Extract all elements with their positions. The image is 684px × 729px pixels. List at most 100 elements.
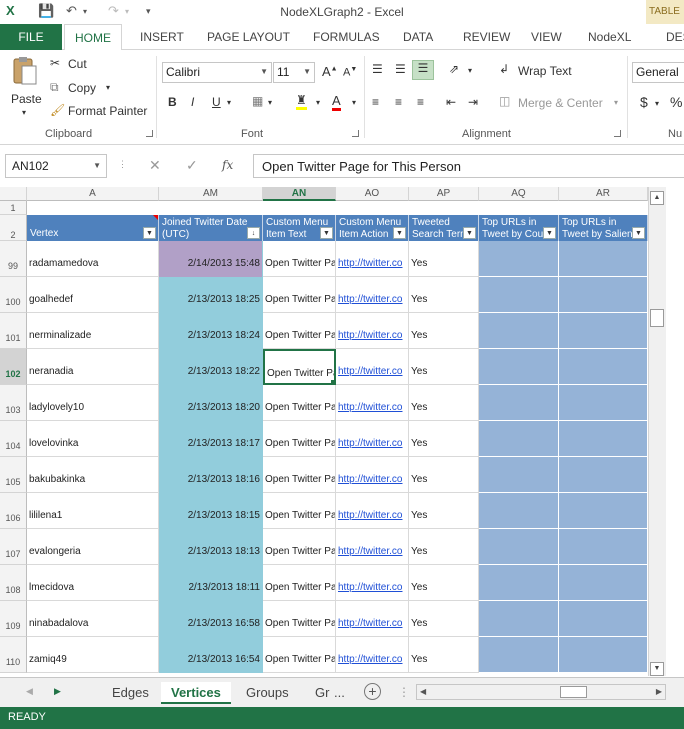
cell-top-urls-count[interactable] [479, 277, 559, 313]
tab-home[interactable]: HOME [64, 24, 122, 51]
italic-button[interactable]: I [191, 95, 194, 109]
hyperlink[interactable]: http://twitter.co [338, 294, 402, 305]
cell-joined-date[interactable]: 2/13/2013 18:20 [159, 385, 263, 421]
orientation-icon[interactable]: ⇗ [449, 62, 459, 76]
formula-input[interactable]: Open Twitter Page for This Person [253, 154, 684, 178]
cell-tweeted[interactable]: Yes [409, 313, 479, 349]
currency-dropdown-icon[interactable]: ▾ [655, 99, 659, 108]
column-header-an[interactable]: AN [263, 187, 336, 201]
tab-insert[interactable]: INSERT [140, 30, 184, 44]
cell-tweeted[interactable]: Yes [409, 601, 479, 637]
fill-color-icon[interactable]: ♜ [296, 93, 307, 110]
center-icon[interactable]: ≡ [395, 95, 402, 109]
row-header[interactable]: 2 [0, 215, 27, 241]
cell-vertex[interactable]: radamamedova [27, 241, 159, 277]
row-header[interactable]: 104 [0, 421, 27, 457]
cell-menu-text[interactable]: Open Twitter Pa [263, 241, 336, 277]
top-align-icon[interactable]: ☰ [372, 62, 383, 76]
filter-dropdown-icon[interactable]: ▼ [543, 227, 556, 239]
merge-center-button[interactable]: Merge & Center [518, 96, 603, 110]
cell-top-urls-count[interactable] [479, 241, 559, 277]
row-header[interactable]: 107 [0, 529, 27, 565]
paste-icon[interactable] [10, 56, 40, 86]
cell-top-urls-salience[interactable] [559, 529, 648, 565]
cell-joined-date[interactable]: 2/13/2013 18:17 [159, 421, 263, 457]
column-header-ar[interactable]: AR [559, 187, 648, 201]
cell-top-urls-salience[interactable] [559, 637, 648, 673]
next-sheet-icon[interactable]: ▶ [54, 686, 61, 697]
sheet-tab-vertices[interactable]: Vertices [161, 682, 231, 704]
cell-vertex[interactable]: lililena1 [27, 493, 159, 529]
more-sheets-button[interactable]: ... [330, 682, 349, 704]
hyperlink[interactable]: http://twitter.co [338, 510, 402, 521]
cell-top-urls-salience[interactable] [559, 601, 648, 637]
hyperlink[interactable]: http://twitter.co [338, 402, 402, 413]
filter-dropdown-icon[interactable]: ▼ [320, 227, 333, 239]
font-launcher-icon[interactable] [352, 130, 359, 137]
cell-menu-action[interactable]: http://twitter.co [336, 277, 409, 313]
format-painter-icon[interactable]: 🖌 [50, 103, 65, 117]
sheet-tab-groups[interactable]: Groups [236, 682, 299, 704]
filter-dropdown-icon[interactable]: ▼ [393, 227, 406, 239]
merge-dropdown-icon[interactable]: ▾ [614, 98, 618, 107]
table-header-menu-action[interactable]: Custom Menu Item Action ▼ [336, 215, 409, 241]
hyperlink[interactable]: http://twitter.co [338, 474, 402, 485]
cell-menu-action[interactable]: http://twitter.co [336, 457, 409, 493]
name-box[interactable]: AN102 ▼ [5, 154, 107, 178]
cell-tweeted[interactable]: Yes [409, 421, 479, 457]
hyperlink[interactable]: http://twitter.co [338, 582, 402, 593]
filter-dropdown-icon[interactable]: ▼ [632, 227, 645, 239]
cell-joined-date[interactable]: 2/13/2013 18:24 [159, 313, 263, 349]
hyperlink[interactable]: http://twitter.co [338, 546, 402, 557]
wrap-text-icon[interactable]: ↲ [499, 62, 509, 76]
cell-top-urls-count[interactable] [479, 385, 559, 421]
cell-joined-date[interactable]: 2/13/2013 18:11 [159, 565, 263, 601]
column-header-ap[interactable]: AP [409, 187, 479, 201]
bottom-align-icon[interactable]: ☰ [412, 60, 434, 80]
cell-top-urls-count[interactable] [479, 313, 559, 349]
cell-menu-text[interactable]: Open Twitter Pa [263, 421, 336, 457]
scroll-right-icon[interactable]: ▶ [656, 687, 662, 696]
cell-top-urls-salience[interactable] [559, 457, 648, 493]
cell-menu-action[interactable]: http://twitter.co [336, 313, 409, 349]
increase-indent-icon[interactable]: ⇥ [468, 95, 478, 109]
column-header-am[interactable]: AM [159, 187, 263, 201]
cell-joined-date[interactable]: 2/13/2013 18:22 [159, 349, 263, 385]
cell-top-urls-salience[interactable] [559, 313, 648, 349]
cell-menu-text[interactable]: Open Twitter Pa [263, 457, 336, 493]
horizontal-scrollbar[interactable]: ◀ ▶ [416, 684, 666, 700]
drag-handle-icon[interactable]: ⋮ [118, 159, 127, 170]
enter-icon[interactable]: ✓ [186, 157, 198, 174]
cell-menu-text[interactable]: Open Twitter Pa [263, 493, 336, 529]
font-color-icon[interactable]: A [332, 93, 341, 111]
cell-menu-text[interactable]: Open Twitter Pa [263, 601, 336, 637]
cell-vertex[interactable]: ninabadalova [27, 601, 159, 637]
cell-top-urls-count[interactable] [479, 457, 559, 493]
cell-menu-action[interactable]: http://twitter.co [336, 349, 409, 385]
align-right-icon[interactable]: ≡ [417, 95, 424, 109]
row-header[interactable]: 108 [0, 565, 27, 601]
scroll-down-icon[interactable]: ▼ [650, 662, 664, 676]
hyperlink[interactable]: http://twitter.co [338, 366, 402, 377]
sheet-tab-group-vertices[interactable]: Gr [305, 682, 329, 704]
cell-top-urls-salience[interactable] [559, 421, 648, 457]
row-header[interactable]: 1 [0, 201, 27, 215]
cell-top-urls-salience[interactable] [559, 565, 648, 601]
cell-top-urls-salience[interactable] [559, 349, 648, 385]
currency-button[interactable]: $ [640, 94, 648, 110]
borders-icon[interactable]: ▦ [252, 94, 263, 108]
cell-top-urls-count[interactable] [479, 493, 559, 529]
cell-tweeted[interactable]: Yes [409, 493, 479, 529]
cell-top-urls-salience[interactable] [559, 385, 648, 421]
grow-font-icon[interactable]: A▲ [322, 64, 338, 79]
column-header-a[interactable]: A [27, 187, 159, 201]
cell-vertex[interactable]: lovelovinka [27, 421, 159, 457]
hyperlink[interactable]: http://twitter.co [338, 438, 402, 449]
cell-menu-action[interactable]: http://twitter.co [336, 421, 409, 457]
cell-menu-text[interactable]: Open Twitter Pa [263, 277, 336, 313]
filter-dropdown-icon[interactable]: ▼ [463, 227, 476, 239]
cell-menu-action[interactable]: http://twitter.co [336, 601, 409, 637]
cut-icon[interactable]: ✂ [50, 56, 60, 70]
sort-descending-icon[interactable]: ↓ [247, 227, 260, 239]
cell-vertex[interactable]: ladylovely10 [27, 385, 159, 421]
